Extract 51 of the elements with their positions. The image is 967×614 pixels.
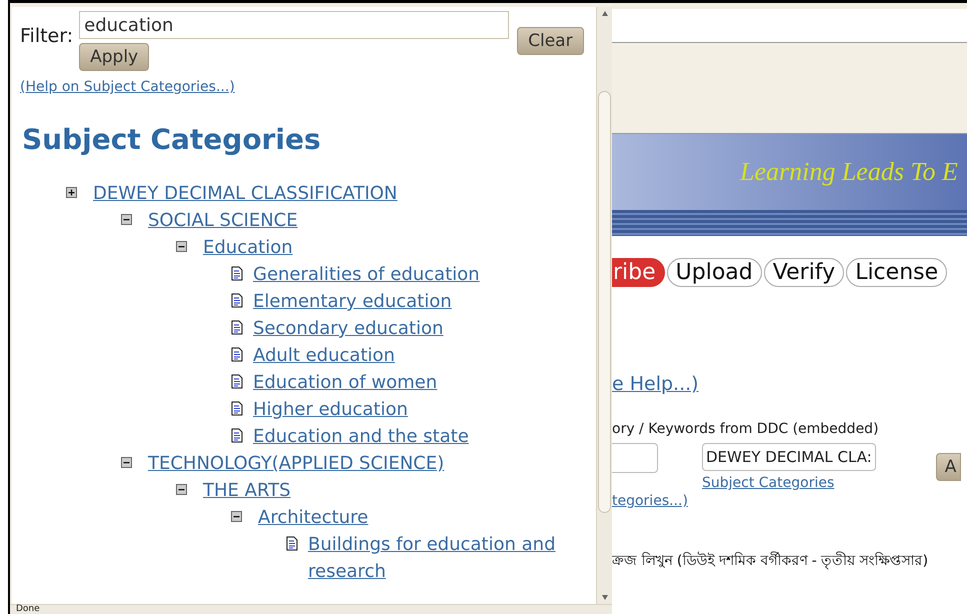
field-label: ory / Keywords from DDC (embedded) [612,421,879,437]
category-link[interactable]: DEWEY DECIMAL CLASSIFICATION [93,183,398,204]
clear-button[interactable]: Clear [517,27,584,55]
subcategory-link[interactable]: Higher education [253,396,408,423]
document-icon [231,401,243,416]
text-field[interactable] [612,443,658,473]
document-icon [231,428,243,443]
document-icon [231,320,243,335]
scrollbar[interactable] [596,7,612,604]
page-heading: Subject Categories [22,123,322,156]
filter-field[interactable]: education [79,11,510,39]
category-link[interactable]: TECHNOLOGY(APPLIED SCIENCE) [148,453,444,474]
nav-tab[interactable]: ribe [612,258,665,287]
scroll-thumb[interactable] [598,91,611,513]
banner-slogan: Learning Leads To E [740,157,958,187]
instruction-text: ক্রজ লিখুন (ডিউই দশমিক বর্গীকরণ - তৃতীয় সংক্ষিপ্তসার) [612,550,928,572]
collapse-icon[interactable] [176,240,187,252]
expand-icon[interactable] [66,186,77,198]
category-link[interactable]: Education [203,237,293,258]
address-field[interactable] [612,3,967,43]
category-link[interactable]: SOCIAL SCIENCE [148,210,298,231]
nav-tab[interactable]: Verify [764,258,844,287]
collapse-icon[interactable] [121,214,132,225]
document-icon [231,293,243,308]
document-icon [231,347,243,362]
nav-tab[interactable]: License [846,258,948,287]
subject-categories-link[interactable]: Subject Categories [702,475,876,491]
nav-tab[interactable]: Upload [666,258,762,287]
subcategory-link[interactable]: Education and the state [253,423,469,450]
subcategory-link[interactable]: Elementary education [253,288,452,315]
subcategory-link[interactable]: Generalities of education [253,261,480,288]
filter-label: Filter: [20,25,74,47]
document-icon [286,536,298,551]
subcategory-link[interactable]: Buildings for education and research [308,531,596,585]
help-link[interactable]: (Help on Subject Categories...) [20,79,235,95]
categories-link[interactable]: tegories...) [612,493,688,509]
apply-button[interactable]: Apply [79,43,150,71]
subcategory-link[interactable]: Education of women [253,369,438,396]
document-icon [231,266,243,281]
subcategory-link[interactable]: Adult education [253,342,395,369]
status-text: Done [16,604,40,614]
category-link[interactable]: Architecture [258,507,368,528]
help-link[interactable]: e Help...) [612,373,699,395]
add-button[interactable]: A [936,453,962,481]
category-link[interactable]: THE ARTS [203,480,291,501]
document-icon [231,374,243,389]
collapse-icon[interactable] [176,484,187,495]
collapse-icon[interactable] [231,510,242,522]
subcategory-link[interactable]: Secondary education [253,315,444,342]
category-field[interactable]: DEWEY DECIMAL CLA: [702,443,876,471]
collapse-icon[interactable] [121,456,132,468]
